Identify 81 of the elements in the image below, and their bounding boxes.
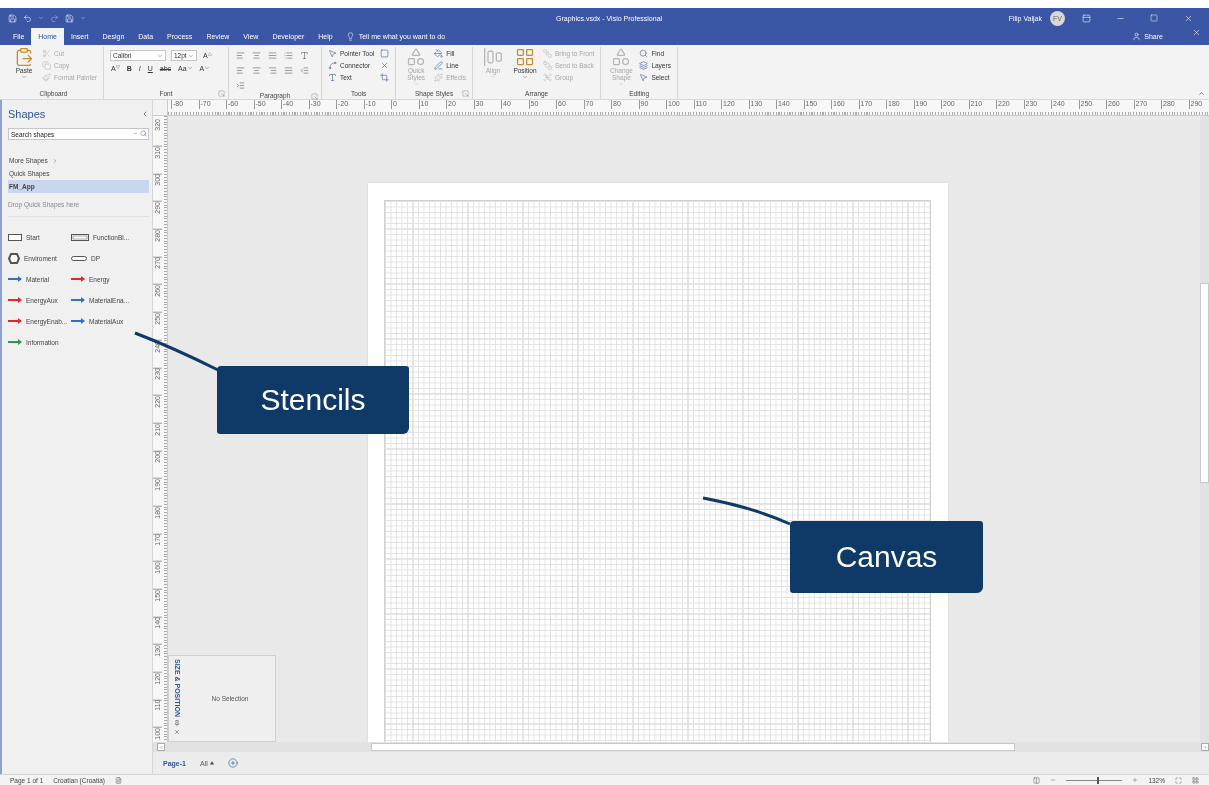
zoom-in-icon (1132, 777, 1139, 783)
view-icon (1033, 776, 1041, 784)
caret-icon (80, 15, 86, 21)
outdent-icon (300, 66, 309, 75)
shapes-icon (406, 47, 427, 67)
pen-icon (434, 60, 444, 70)
add-page-icon (227, 758, 238, 768)
bring-front-icon (543, 48, 552, 58)
close-icon (1183, 13, 1193, 23)
search-icon (140, 130, 147, 137)
paste-icon (14, 47, 34, 67)
align-right-icon (268, 66, 277, 75)
save-icon (65, 13, 74, 23)
document-icon (114, 776, 122, 784)
callout-label: Stencils (217, 366, 409, 434)
align-bottom-icon (268, 51, 277, 60)
align-left-icon (236, 66, 245, 75)
scroll-thumb[interactable] (371, 743, 1015, 751)
send-back-icon (543, 60, 552, 70)
crop-icon (380, 72, 390, 82)
caret-icon (38, 15, 44, 21)
close-icon (380, 60, 390, 70)
align-center-icon (252, 66, 261, 75)
group-icon (543, 72, 552, 82)
caret-icon (204, 65, 211, 71)
indent-icon (236, 81, 245, 90)
pointer-icon (639, 72, 649, 82)
triangle-up-icon (207, 52, 212, 56)
sparkles-icon (434, 72, 444, 82)
shapes-icon (611, 47, 632, 67)
panel-title: Shapes (8, 108, 46, 120)
grid-icon (515, 47, 535, 67)
caret-icon (133, 131, 138, 136)
ribbon-button[interactable] (380, 72, 390, 82)
person-icon (1132, 32, 1142, 41)
caret-icon (21, 74, 27, 81)
align-top-icon (236, 51, 245, 60)
align-icon (483, 47, 503, 67)
save-icon (8, 13, 17, 23)
ribbon-button[interactable] (380, 48, 390, 58)
arrow-left-icon (158, 744, 164, 750)
ribbon-button[interactable] (380, 60, 390, 70)
copy-icon (42, 60, 51, 70)
text-direction-icon (300, 51, 309, 60)
callout-label: Canvas (790, 521, 983, 593)
rectangle-icon (380, 48, 390, 58)
arrow-right-icon (51, 157, 58, 164)
layers-icon (639, 60, 649, 70)
vertical-scrollbar[interactable] (1200, 116, 1209, 742)
close-icon (174, 728, 180, 735)
lightbulb-icon (345, 32, 355, 41)
connector-icon (328, 60, 337, 70)
triangle-up-icon (209, 761, 214, 765)
text-icon (328, 72, 337, 82)
align-middle-icon (252, 51, 261, 60)
scroll-thumb[interactable] (1200, 283, 1209, 483)
paintbrush-icon (42, 72, 51, 82)
collapse-icon (1198, 90, 1205, 97)
scroll-left-button[interactable] (157, 743, 165, 751)
zoom-out-icon (1050, 777, 1057, 783)
close-icon (1191, 28, 1201, 37)
switch-windows-icon (1192, 776, 1199, 784)
justify-icon (284, 66, 293, 75)
caret-icon (157, 52, 163, 59)
ribbon-options-icon (1081, 13, 1091, 23)
bullets-icon (284, 51, 293, 60)
scissors-icon (42, 48, 51, 58)
pin-icon (174, 719, 180, 726)
undo-icon (23, 13, 32, 23)
triangle-down-icon (115, 65, 120, 69)
fit-page-icon (1175, 776, 1182, 784)
scroll-right-button[interactable] (1201, 743, 1209, 751)
arrow-right-icon (1202, 744, 1208, 750)
caret-icon (522, 74, 528, 81)
redo-icon (50, 13, 59, 23)
collapse-icon (141, 110, 149, 118)
maximize-icon (1150, 14, 1158, 22)
pointer-icon (328, 48, 337, 58)
search-icon (639, 48, 649, 58)
zoom-thumb[interactable] (1097, 776, 1100, 784)
paint-bucket-icon (434, 48, 444, 58)
